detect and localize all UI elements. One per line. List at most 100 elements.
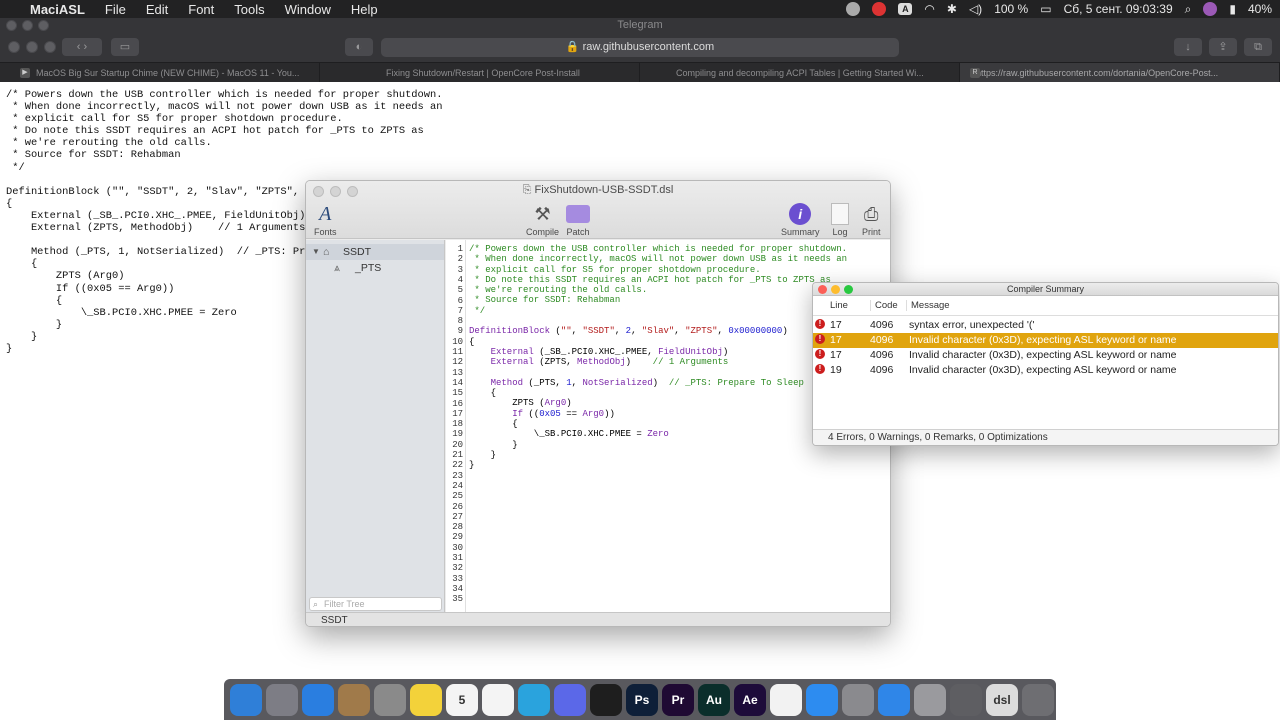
status-bar: SSDT [306, 612, 890, 626]
dock-figma-icon[interactable] [590, 684, 622, 716]
column-header-line[interactable]: Line [830, 300, 848, 311]
dock-system-preferences-icon[interactable] [842, 684, 874, 716]
menu-font[interactable]: Font [188, 2, 214, 17]
row-message: Invalid character (0x3D), expecting ASL … [909, 364, 1177, 376]
dock-calendar-icon[interactable]: 5 [446, 684, 478, 716]
browser-minimize-button[interactable] [26, 41, 38, 53]
row-line: 17 [830, 334, 842, 346]
dock-discord-icon[interactable] [554, 684, 586, 716]
close-button[interactable] [6, 20, 17, 31]
maciasl-window: ⎘ FixShutdown-USB-SSDT.dsl A Fonts ⚒ Com… [305, 180, 891, 627]
line-number: 5 [457, 285, 463, 296]
dock-audition-icon[interactable]: Au [698, 684, 730, 716]
dock-notes-icon[interactable] [410, 684, 442, 716]
browser-close-button[interactable] [8, 41, 20, 53]
summary-zoom-button[interactable] [844, 285, 853, 294]
compile-button[interactable]: ⚒ Compile [526, 203, 559, 237]
dock-finder-icon[interactable] [230, 684, 262, 716]
tree-item-pts[interactable]: ⩓ _PTS [306, 260, 444, 276]
dock-photoshop-icon[interactable]: Ps [626, 684, 658, 716]
sidebar-toggle-icon[interactable]: ▭ [111, 38, 139, 56]
dock-maciasl-icon[interactable] [950, 684, 982, 716]
menu-window[interactable]: Window [285, 2, 331, 17]
table-row[interactable]: ! 19 4096 Invalid character (0x3D), expe… [813, 363, 1278, 378]
tabs-overview-icon[interactable]: ⧉ [1244, 38, 1272, 56]
tab-youtube[interactable]: ▶ MacOS Big Sur Startup Chime (NEW CHIME)… [0, 63, 320, 83]
dock-after-effects-icon[interactable]: Ae [734, 684, 766, 716]
summary-minimize-button[interactable] [831, 285, 840, 294]
status-circle-icon[interactable] [846, 2, 861, 16]
column-header-code[interactable]: Code [870, 300, 898, 311]
privacy-report-icon[interactable]: ◐ [345, 38, 373, 56]
dock-document-icon[interactable]: dsl [986, 684, 1018, 716]
volume-icon[interactable]: ◁) [969, 2, 982, 16]
document-icon: ⎘ [522, 184, 532, 196]
menu-tools[interactable]: Tools [234, 2, 264, 17]
wifi-icon[interactable]: ◠ [924, 2, 934, 16]
clock[interactable]: Сб, 5 сент. 09:03:39 [1064, 2, 1173, 16]
line-number: 3 [457, 264, 463, 275]
app-menu[interactable]: MaciASL [30, 2, 85, 17]
fonts-button[interactable]: A Fonts [314, 203, 337, 237]
table-row[interactable]: ! 17 4096 Invalid character (0x3D), expe… [813, 348, 1278, 363]
column-header-message[interactable]: Message [906, 300, 950, 311]
battery2-icon[interactable]: ▮ [1229, 2, 1236, 16]
menu-file[interactable]: File [105, 2, 126, 17]
code-text[interactable]: /* Powers down the USB controller which … [469, 244, 847, 471]
dock-music-icon[interactable] [770, 684, 802, 716]
siri-icon[interactable] [1203, 2, 1218, 16]
zoom-button[interactable] [38, 20, 49, 31]
dock-contacts-icon[interactable] [338, 684, 370, 716]
notification-icon[interactable] [872, 2, 887, 16]
back-forward-buttons[interactable]: ‹ › [62, 38, 102, 56]
disclosure-triangle-icon[interactable]: ▼ [312, 244, 320, 260]
dock: 5 Ps Pr Au Ae dsl [224, 679, 1056, 720]
summary-close-button[interactable] [818, 285, 827, 294]
menu-help[interactable]: Help [351, 2, 378, 17]
dock-screenshot-icon[interactable] [374, 684, 406, 716]
url-text: raw.githubusercontent.com [582, 41, 715, 53]
minimize-button[interactable] [22, 20, 33, 31]
tab-raw-github[interactable]: Rhttps://raw.githubusercontent.com/dorta… [960, 63, 1280, 83]
battery-percent[interactable]: 100 % [994, 2, 1028, 16]
tab-fixing-shutdown[interactable]: Fixing Shutdown/Restart | OpenCore Post-… [320, 63, 640, 83]
bluetooth-icon[interactable]: ✱ [947, 2, 957, 16]
dock-app-store-icon[interactable] [806, 684, 838, 716]
line-number: 24 [452, 480, 463, 491]
summary-button[interactable]: i Summary [781, 203, 820, 237]
tab-compiling-acpi[interactable]: Compiling and decompiling ACPI Tables | … [640, 63, 960, 83]
tab-label: Fixing Shutdown/Restart | OpenCore Post-… [386, 68, 580, 78]
dock-trash-icon[interactable] [1022, 684, 1054, 716]
filter-tree-field[interactable]: ⌕ Filter Tree [309, 597, 442, 611]
row-code: 4096 [870, 319, 894, 331]
dock-premiere-icon[interactable]: Pr [662, 684, 694, 716]
downloads-icon[interactable]: ↓ [1174, 38, 1202, 56]
browser-zoom-button[interactable] [44, 41, 56, 53]
dock-shortcuts-icon[interactable] [878, 684, 910, 716]
method-icon: ⩓ [334, 262, 340, 274]
print-button[interactable]: ⎙ Print [862, 203, 881, 237]
error-icon: ! [815, 349, 825, 359]
tab-bar: ▶ MacOS Big Sur Startup Chime (NEW CHIME)… [0, 62, 1280, 83]
input-source-icon[interactable]: A [898, 3, 913, 15]
summary-footer: 4 Errors, 0 Warnings, 0 Remarks, 0 Optim… [813, 429, 1278, 445]
dock-safari-icon[interactable] [302, 684, 334, 716]
dock-disk-utility-icon[interactable] [914, 684, 946, 716]
line-number: 2 [457, 254, 463, 265]
battery2-percent[interactable]: 40% [1248, 2, 1272, 16]
dock-launchpad-icon[interactable] [266, 684, 298, 716]
share-icon[interactable]: ⇪ [1209, 38, 1237, 56]
row-line: 17 [830, 319, 842, 331]
tree-item-ssdt[interactable]: ▼ ⌂ SSDT [306, 244, 444, 260]
url-bar[interactable]: 🔒 raw.githubusercontent.com [381, 38, 899, 57]
log-button[interactable]: Log [831, 203, 849, 237]
battery-icon[interactable]: ▭ [1040, 2, 1051, 16]
spotlight-icon[interactable]: ⌕ [1185, 2, 1192, 17]
table-row-selected[interactable]: ! 17 4096 Invalid character (0x3D), expe… [813, 333, 1278, 348]
dock-telegram-icon[interactable] [518, 684, 550, 716]
patch-button[interactable]: Patch [566, 203, 590, 237]
menu-edit[interactable]: Edit [146, 2, 168, 17]
table-row[interactable]: ! 17 4096 syntax error, unexpected '(' [813, 318, 1278, 333]
line-number: 35 [452, 594, 463, 605]
dock-reminders-icon[interactable] [482, 684, 514, 716]
